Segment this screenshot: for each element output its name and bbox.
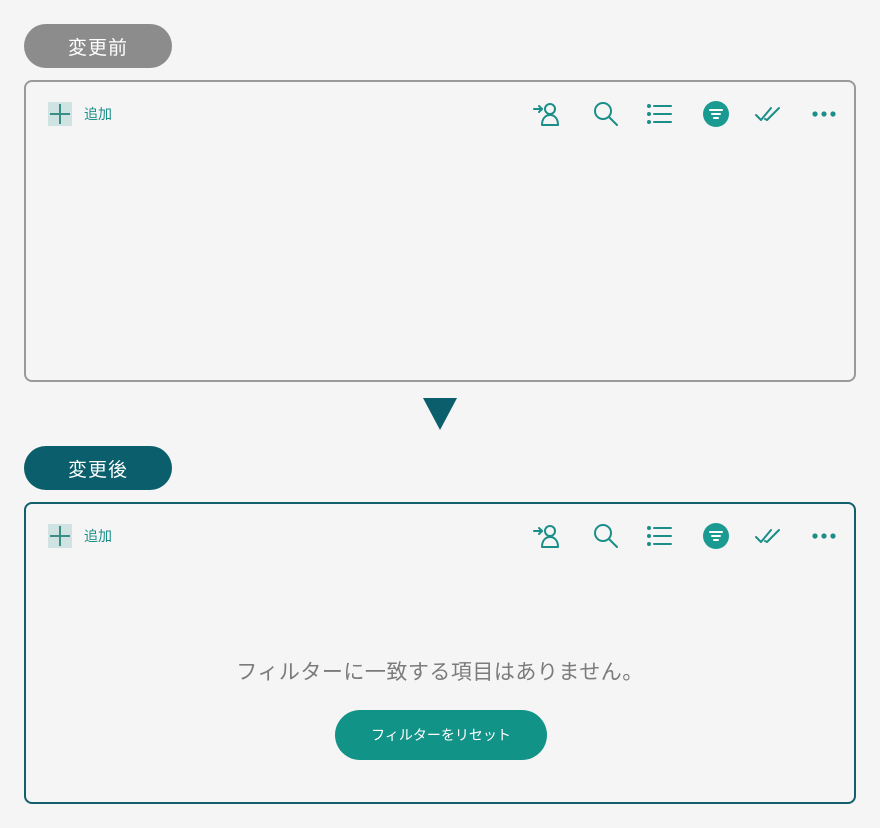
add-button-label: 追加	[84, 529, 112, 545]
list-icon[interactable]	[645, 521, 675, 551]
add-button[interactable]: 追加	[48, 102, 112, 126]
after-label: 変更後	[24, 446, 172, 490]
add-button-label: 追加	[84, 107, 112, 123]
empty-state-message: フィルターに一致する項目はありません。	[236, 660, 644, 684]
arrow-down-icon	[423, 398, 457, 430]
double-check-icon[interactable]	[755, 99, 785, 129]
more-icon[interactable]	[809, 99, 839, 129]
add-button[interactable]: 追加	[48, 524, 112, 548]
search-icon[interactable]	[591, 521, 621, 551]
before-label: 変更前	[24, 24, 172, 68]
search-icon[interactable]	[591, 99, 621, 129]
after-toolbar: 追加	[26, 518, 854, 554]
assign-person-icon[interactable]	[532, 521, 562, 551]
before-panel: 追加	[24, 80, 856, 382]
assign-person-icon[interactable]	[532, 99, 562, 129]
after-panel: 追加 フィルターに一致する項目はありません。 フィルターをリセット	[24, 502, 856, 804]
double-check-icon[interactable]	[755, 521, 785, 551]
list-icon[interactable]	[645, 99, 675, 129]
filter-icon[interactable]	[701, 521, 731, 551]
plus-icon	[48, 102, 72, 126]
reset-filter-button[interactable]: フィルターをリセット	[335, 710, 547, 760]
before-toolbar: 追加	[26, 96, 854, 132]
filter-icon[interactable]	[701, 99, 731, 129]
plus-icon	[48, 524, 72, 548]
more-icon[interactable]	[809, 521, 839, 551]
